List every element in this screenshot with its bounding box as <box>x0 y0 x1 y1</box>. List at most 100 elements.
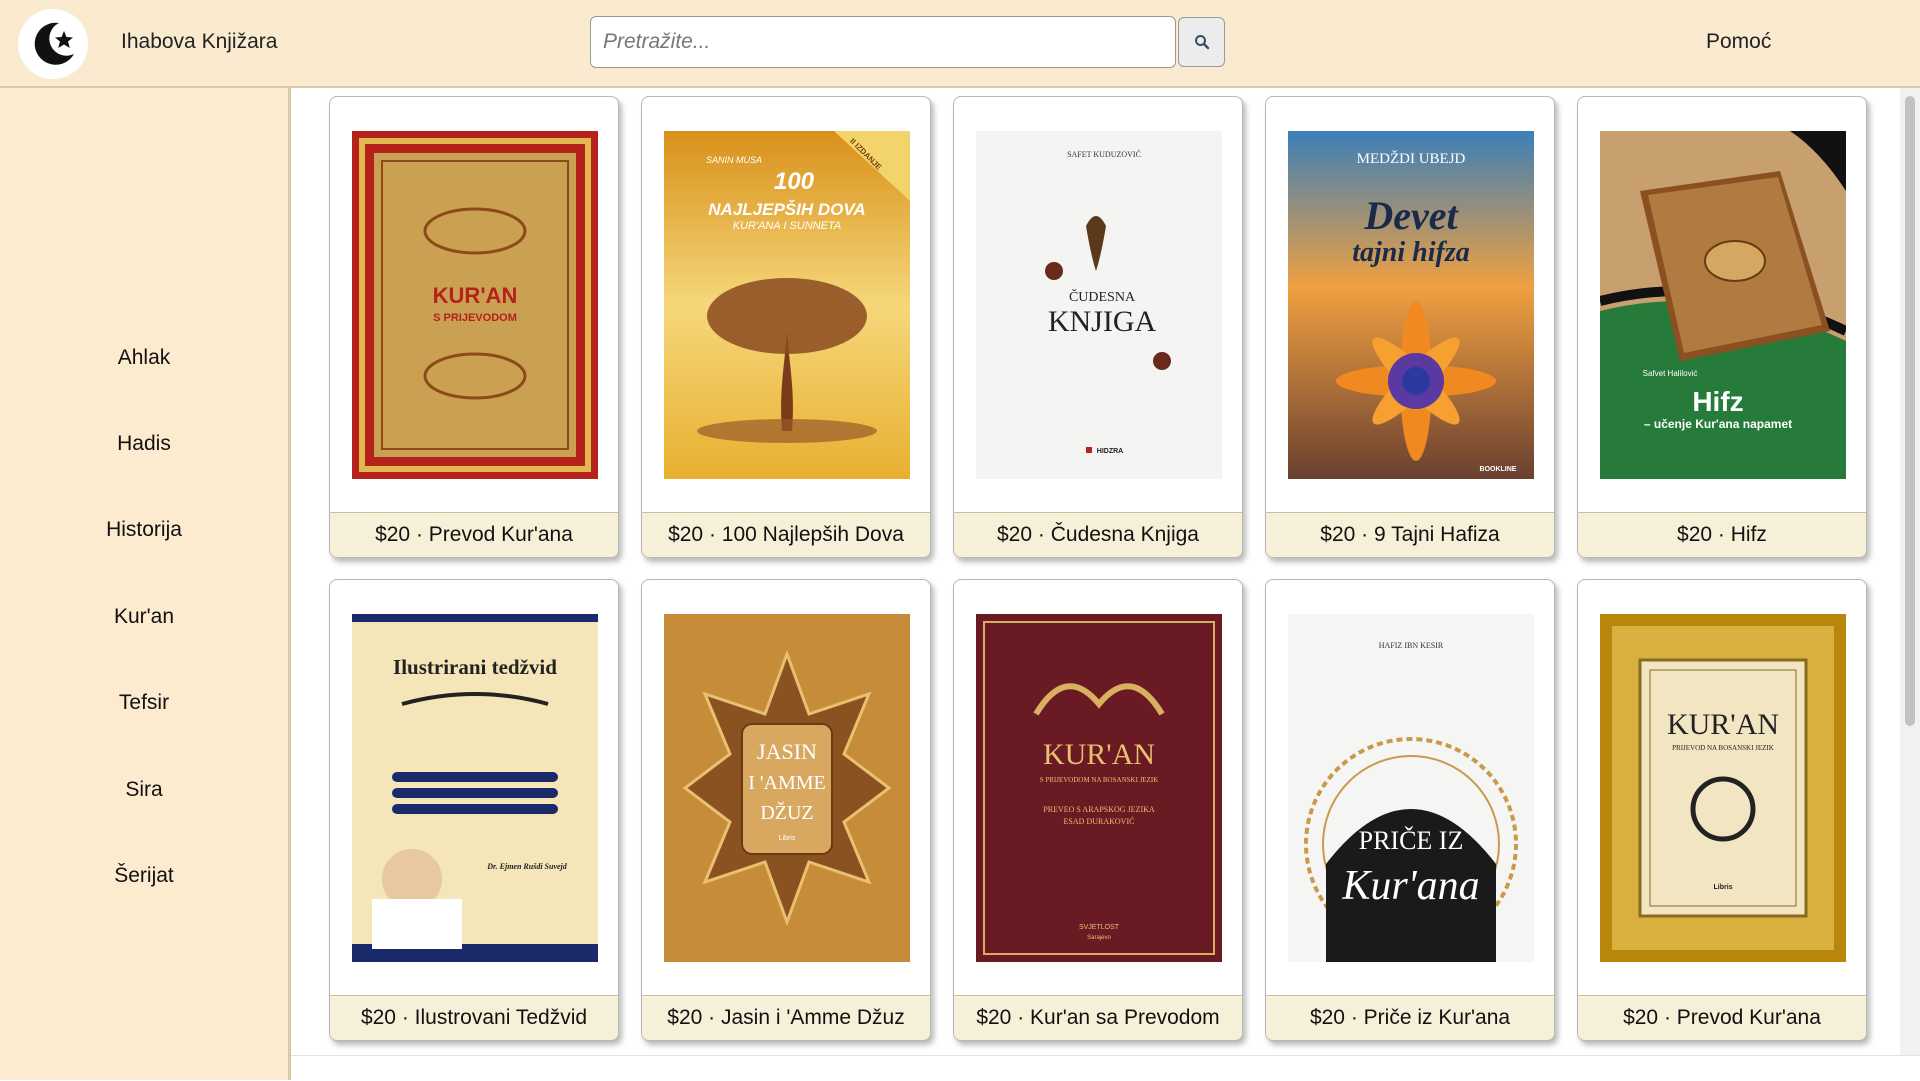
book-caption[interactable]: $20 · Hifz <box>1578 512 1866 557</box>
cover-publisher: Libris <box>1713 884 1732 891</box>
sidebar-item-historija[interactable]: Historija <box>0 518 288 542</box>
cover-author: Safvet Halilović <box>1643 369 1698 378</box>
book-title: Priče iz Kur'ana <box>1363 1006 1511 1029</box>
book-card[interactable]: HAFIZ IBN KESIR PRIČE IZ Kur'ana $20 · P… <box>1265 579 1555 1041</box>
cover-translator-label: PREVEO S ARAPSKOG JEZIKA <box>1043 805 1155 814</box>
cover-title: Hifz <box>1692 386 1743 417</box>
cover-title: NAJLJEPŠIH DOVA <box>708 200 865 219</box>
cover-subtitle: tajni hifza <box>1352 237 1469 268</box>
top-header: Ihabova Knjižara Pomoć <box>0 0 1920 88</box>
cover-subtitle: I 'AMME <box>748 772 826 794</box>
book-price: $20 <box>1320 523 1356 546</box>
book-price: $20 <box>375 523 411 546</box>
book-cover[interactable]: II IZDANJE SANIN MUSA 100 NAJLJEPŠIH DOV… <box>664 131 910 479</box>
book-cover[interactable]: HAFIZ IBN KESIR PRIČE IZ Kur'ana <box>1288 614 1534 962</box>
book-price: $20 <box>976 1006 1012 1029</box>
cover-title: ČUDESNA <box>1069 288 1136 305</box>
cover-subtitle: – učenje Kur'ana napamet <box>1644 417 1792 431</box>
book-price: $20 <box>360 1006 396 1029</box>
cover-author: Dr. Ejmen Rušdi Suvejd <box>486 862 568 871</box>
book-caption[interactable]: $20 · 100 Najlepših Dova <box>642 512 930 557</box>
sidebar-item-ahlak[interactable]: Ahlak <box>0 346 288 370</box>
cover-author: SAFET KUDUZOVIĆ <box>1067 149 1141 159</box>
book-cover[interactable]: JASIN I 'AMME DŽUZ Libris <box>664 614 910 962</box>
search-button[interactable] <box>1178 17 1225 67</box>
book-card[interactable]: Safvet Halilović Hifz – učenje Kur'ana n… <box>1577 96 1867 558</box>
book-caption[interactable]: $20 · Kur'an sa Prevodom <box>954 995 1242 1040</box>
cover-title: JASIN <box>757 739 817 764</box>
sidebar-item-hadis[interactable]: Hadis <box>0 432 288 456</box>
cover-publisher: BOOKLINE <box>1480 466 1517 473</box>
book-card[interactable]: II IZDANJE SANIN MUSA 100 NAJLJEPŠIH DOV… <box>641 96 931 558</box>
cover-number: 100 <box>774 168 815 195</box>
book-caption[interactable]: $20 · Prevod Kur'ana <box>330 512 618 557</box>
book-cover[interactable]: Ilustrirani tedžvid Dr. Ejmen Rušdi Suve… <box>352 614 598 962</box>
book-caption[interactable]: $20 · Ilustrovani Tedžvid <box>330 995 618 1040</box>
book-title: 9 Tajni Hafiza <box>1374 523 1500 546</box>
book-card[interactable]: JASIN I 'AMME DŽUZ Libris $20 · Jasin i … <box>641 579 931 1041</box>
book-price: $20 <box>667 1006 703 1029</box>
book-title: Prevod Kur'ana <box>1676 1006 1821 1029</box>
store-name[interactable]: Ihabova Knjižara <box>121 30 277 54</box>
search-icon <box>1194 35 1209 50</box>
book-price: $20 <box>997 523 1033 546</box>
scrollbar-thumb[interactable] <box>1905 96 1915 726</box>
book-caption[interactable]: $20 · 9 Tajni Hafiza <box>1266 512 1554 557</box>
book-caption[interactable]: $20 · Prevod Kur'ana <box>1578 995 1866 1040</box>
book-title: 100 Najlepših Dova <box>721 523 904 546</box>
book-grid: KUR'AN S PRIJEVODOM $20 · Prevod Kur'ana… <box>291 88 1900 1055</box>
cover-subtitle-2: DŽUZ <box>760 801 813 824</box>
book-caption[interactable]: $20 · Jasin i 'Amme Džuz <box>642 995 930 1040</box>
book-card[interactable]: KUR'AN S PRIJEVODOM $20 · Prevod Kur'ana <box>329 96 619 558</box>
cover-subtitle: KUR'ANA I SUNNETA <box>733 220 841 232</box>
book-cover[interactable]: Safvet Halilović Hifz – učenje Kur'ana n… <box>1600 131 1846 479</box>
cover-city: Sarajevo <box>1087 935 1111 941</box>
cover-title: PRIČE IZ <box>1359 826 1464 855</box>
sidebar-item-serijat[interactable]: Šerijat <box>0 864 288 888</box>
cover-title: KUR'AN <box>1043 738 1155 771</box>
cover-title: Devet <box>1363 193 1459 238</box>
book-title: Kur'an sa Prevodom <box>1030 1006 1220 1029</box>
book-card[interactable]: KUR'AN S PRIJEVODOM NA BOSANSKI JEZIK PR… <box>953 579 1243 1041</box>
book-title: Ilustrovani Tedžvid <box>414 1006 588 1029</box>
book-caption[interactable]: $20 · Priče iz Kur'ana <box>1266 995 1554 1040</box>
book-price: $20 <box>1677 523 1713 546</box>
help-link[interactable]: Pomoć <box>1706 30 1771 54</box>
book-title: Jasin i 'Amme Džuz <box>720 1006 905 1029</box>
book-caption[interactable]: $20 · Čudesna Knjiga <box>954 512 1242 557</box>
book-cover[interactable]: KUR'AN S PRIJEVODOM NA BOSANSKI JEZIK PR… <box>976 614 1222 962</box>
book-card[interactable]: SAFET KUDUZOVIĆ ČUDESNA KNJIGA HIDZRA $2… <box>953 96 1243 558</box>
book-price: $20 <box>668 523 704 546</box>
book-title: Hifz <box>1730 523 1767 546</box>
cover-translator: ESAD DURAKOVIĆ <box>1064 816 1135 826</box>
cover-title: Ilustrirani tedžvid <box>393 655 557 679</box>
cover-subtitle: S PRIJEVODOM NA BOSANSKI JEZIK <box>1040 776 1159 784</box>
cover-author: SANIN MUSA <box>706 155 762 165</box>
book-cover[interactable]: KUR'AN PRIJEVOD NA BOSANSKI JEZIK Libris <box>1600 614 1846 962</box>
cover-author: HAFIZ IBN KESIR <box>1379 641 1444 650</box>
vertical-scrollbar[interactable] <box>1900 88 1920 1055</box>
bottom-edge <box>291 1055 1920 1081</box>
search-input[interactable] <box>590 16 1176 68</box>
book-cover[interactable]: KUR'AN S PRIJEVODOM <box>352 131 598 479</box>
crescent-star-icon <box>20 11 86 77</box>
cover-subtitle: PRIJEVOD NA BOSANSKI JEZIK <box>1672 744 1774 752</box>
cover-title: KUR'AN <box>1667 708 1779 741</box>
cover-title: KUR'AN <box>433 283 518 308</box>
cover-publisher: SVJETLOST <box>1079 924 1120 931</box>
book-card[interactable]: Ilustrirani tedžvid Dr. Ejmen Rušdi Suve… <box>329 579 619 1041</box>
cover-author: MEDŽDI UBEJD <box>1357 150 1466 167</box>
store-logo[interactable] <box>18 9 88 79</box>
book-card[interactable]: KUR'AN PRIJEVOD NA BOSANSKI JEZIK Libris… <box>1577 579 1867 1041</box>
book-cover[interactable]: SAFET KUDUZOVIĆ ČUDESNA KNJIGA HIDZRA <box>976 131 1222 479</box>
cover-publisher: HIDZRA <box>1097 448 1123 455</box>
sidebar-item-sira[interactable]: Sira <box>0 778 288 802</box>
book-price: $20 <box>1309 1006 1345 1029</box>
book-title: Čudesna Knjiga <box>1050 523 1199 546</box>
cover-publisher: Libris <box>779 835 796 842</box>
cover-subtitle: S PRIJEVODOM <box>433 312 517 324</box>
book-card[interactable]: MEDŽDI UBEJD Devet tajni hifza BOOKLINE … <box>1265 96 1555 558</box>
book-cover[interactable]: MEDŽDI UBEJD Devet tajni hifza BOOKLINE <box>1288 131 1534 479</box>
sidebar-item-tefsir[interactable]: Tefsir <box>0 691 288 715</box>
sidebar-item-kuran[interactable]: Kur'an <box>0 605 288 629</box>
